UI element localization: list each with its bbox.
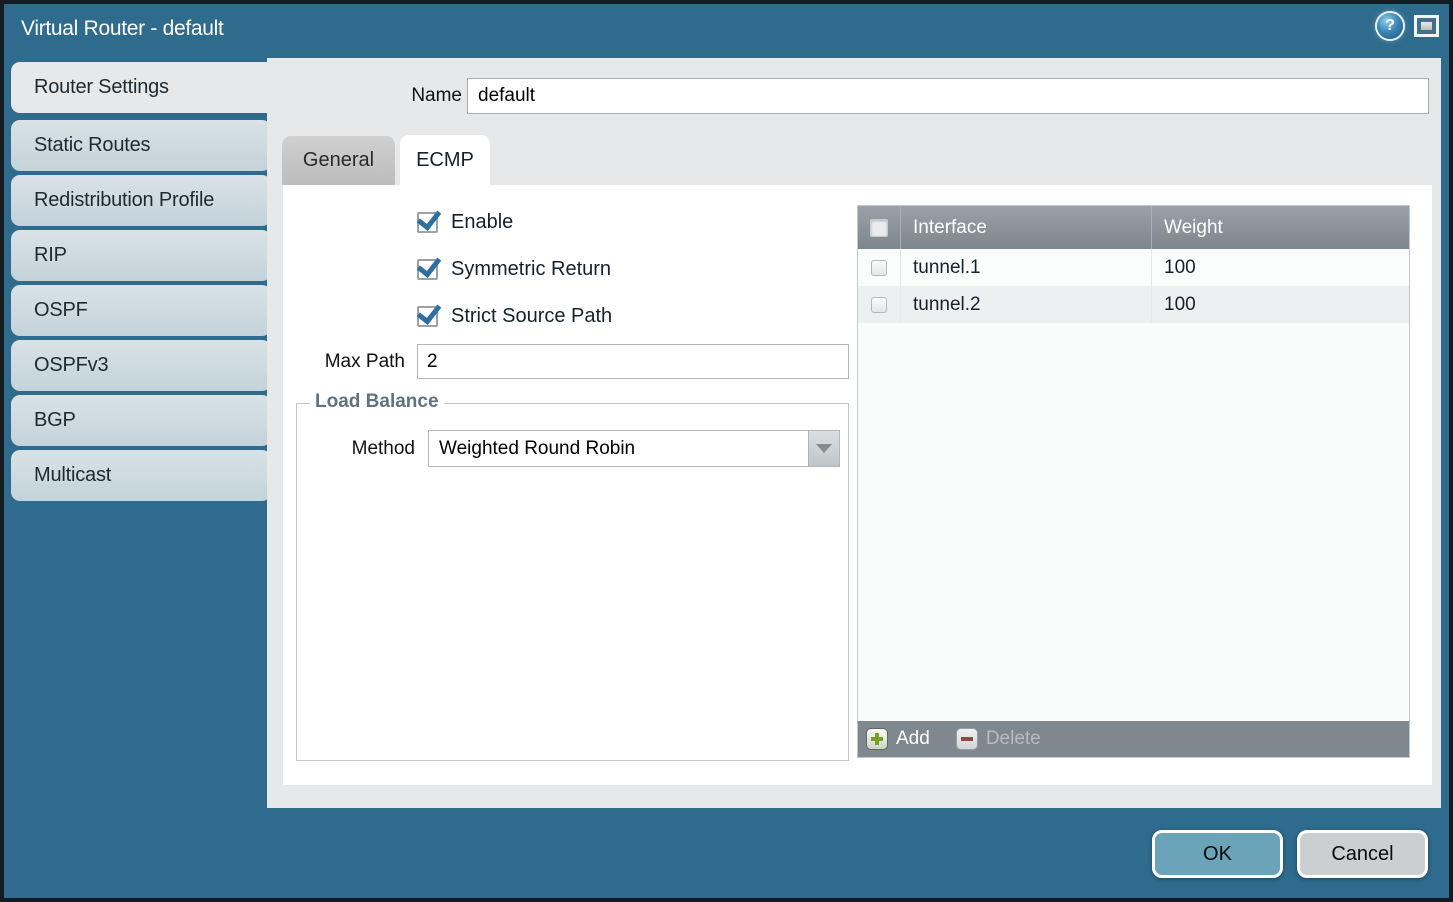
delete-button-label: Delete: [986, 728, 1041, 750]
table-empty-area: [858, 323, 1409, 721]
tab-general[interactable]: General: [282, 136, 395, 185]
row-checkbox[interactable]: [871, 297, 887, 313]
enable-label: Enable: [451, 211, 513, 234]
name-label: Name: [362, 85, 462, 107]
weight-column-header: Weight: [1152, 206, 1409, 249]
max-path-input[interactable]: [417, 344, 849, 379]
delete-button[interactable]: Delete: [956, 728, 1041, 750]
table-header-row: Interface Weight: [858, 206, 1409, 249]
name-input[interactable]: [467, 78, 1429, 114]
header-checkbox-cell: [858, 206, 901, 249]
strict-source-path-label: Strict Source Path: [451, 305, 612, 328]
sidebar-item-static-routes[interactable]: Static Routes: [11, 120, 271, 171]
sidebar-item-router-settings[interactable]: Router Settings: [11, 62, 271, 113]
max-path-label: Max Path: [301, 351, 405, 373]
sidebar-item-redistribution-profile[interactable]: Redistribution Profile: [11, 175, 271, 226]
load-balance-group: Load Balance Method Weighted Round Robin: [296, 403, 849, 761]
help-icon[interactable]: ?: [1377, 13, 1403, 39]
window-restore-glyph: [1421, 22, 1432, 30]
method-select[interactable]: Weighted Round Robin: [428, 430, 840, 467]
row-checkbox-cell: [858, 249, 901, 286]
dialog-surface: Virtual Router - default ? Router Settin…: [4, 4, 1449, 898]
ok-button[interactable]: OK: [1152, 830, 1283, 878]
interface-cell: tunnel.2: [901, 286, 1152, 323]
content-area: Name General ECMP Enable Symmetric Retur…: [267, 58, 1441, 808]
table-toolbar: Add Delete: [858, 721, 1409, 757]
load-balance-legend: Load Balance: [310, 391, 444, 413]
symmetric-return-checkbox[interactable]: [417, 259, 438, 280]
table-row[interactable]: tunnel.1 100: [858, 249, 1409, 286]
method-dropdown-button[interactable]: [808, 431, 839, 466]
row-checkbox-cell: [858, 286, 901, 323]
interface-cell: tunnel.1: [901, 249, 1152, 286]
sidebar-item-ospf[interactable]: OSPF: [11, 285, 271, 336]
plus-icon: [866, 728, 888, 750]
enable-checkbox[interactable]: [417, 212, 438, 233]
add-button[interactable]: Add: [866, 728, 930, 750]
chevron-down-icon: [816, 444, 832, 453]
strict-source-path-checkbox[interactable]: [417, 306, 438, 327]
weight-cell: 100: [1152, 286, 1409, 323]
virtual-router-dialog: Virtual Router - default ? Router Settin…: [0, 0, 1453, 902]
select-all-checkbox[interactable]: [870, 219, 888, 237]
symmetric-return-label: Symmetric Return: [451, 258, 611, 281]
symmetric-return-checkbox-row[interactable]: Symmetric Return: [417, 255, 611, 283]
sidebar-item-ospfv3[interactable]: OSPFv3: [11, 340, 271, 391]
minus-icon: [956, 728, 978, 750]
method-label: Method: [313, 438, 415, 460]
enable-checkbox-row[interactable]: Enable: [417, 208, 513, 236]
tab-ecmp[interactable]: ECMP: [400, 135, 490, 185]
row-checkbox[interactable]: [871, 260, 887, 276]
sidebar-item-multicast[interactable]: Multicast: [11, 450, 271, 501]
sidebar-item-rip[interactable]: RIP: [11, 230, 271, 281]
strict-source-path-checkbox-row[interactable]: Strict Source Path: [417, 302, 612, 330]
table-row[interactable]: tunnel.2 100: [858, 286, 1409, 323]
interface-column-header: Interface: [901, 206, 1152, 249]
dialog-title: Virtual Router - default: [21, 17, 224, 41]
ecmp-panel: Enable Symmetric Return Strict Source Pa…: [283, 185, 1432, 785]
window-restore-icon[interactable]: [1414, 15, 1439, 37]
interface-table: Interface Weight tunnel.1 100: [857, 205, 1410, 758]
weight-cell: 100: [1152, 249, 1409, 286]
cancel-button[interactable]: Cancel: [1297, 830, 1428, 878]
add-button-label: Add: [896, 728, 930, 750]
method-selected-value: Weighted Round Robin: [429, 438, 808, 460]
sidebar-item-bgp[interactable]: BGP: [11, 395, 271, 446]
